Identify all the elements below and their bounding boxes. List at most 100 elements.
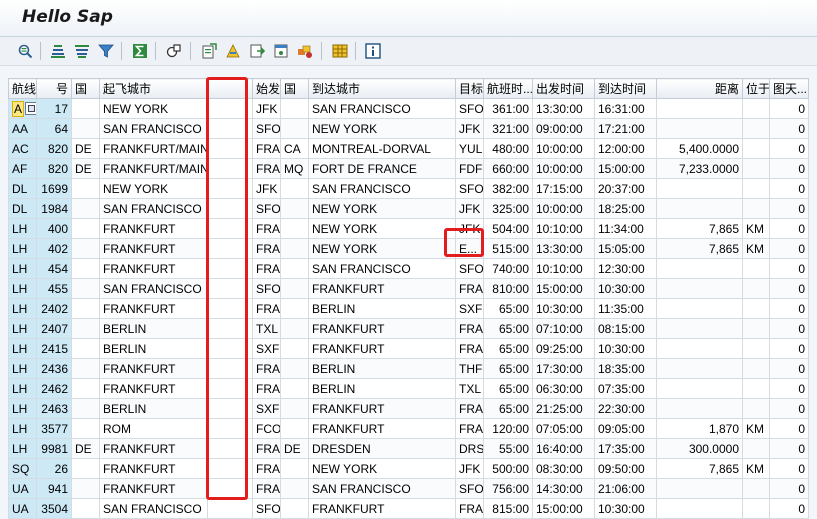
table-cell[interactable]: FRA — [252, 478, 281, 499]
table-cell[interactable]: DE — [71, 138, 100, 159]
table-row[interactable]: LH 2436 FRANKFURT FRA BERLIN THF 65:00 17:30:00… — [8, 358, 809, 379]
table-cell[interactable]: 480:00 — [483, 138, 533, 159]
table-cell[interactable] — [207, 278, 253, 299]
table-cell[interactable] — [71, 498, 100, 519]
table-cell[interactable]: 13:30:00 — [532, 238, 595, 259]
table-cell[interactable] — [742, 98, 770, 119]
table-cell[interactable]: 22:30:00 — [594, 398, 657, 419]
table-cell[interactable] — [280, 258, 309, 279]
column-header[interactable]: 起飞城市 — [99, 78, 208, 99]
export-icon[interactable] — [199, 41, 219, 61]
table-cell[interactable] — [280, 358, 309, 379]
table-cell[interactable]: 5,400.0000 — [656, 138, 743, 159]
table-cell[interactable]: ROM — [99, 418, 208, 439]
table-cell[interactable]: JFK — [252, 178, 281, 199]
table-cell[interactable] — [280, 178, 309, 199]
table-cell[interactable]: LH — [8, 378, 37, 399]
sum-icon[interactable] — [130, 41, 150, 61]
table-cell[interactable] — [280, 418, 309, 439]
table-cell[interactable]: SXF — [252, 398, 281, 419]
table-cell[interactable]: TXL — [455, 378, 484, 399]
table-cell[interactable]: 2402 — [36, 298, 72, 319]
table-cell[interactable]: SXF — [455, 298, 484, 319]
table-cell[interactable]: 2407 — [36, 318, 72, 339]
table-cell[interactable] — [742, 298, 770, 319]
column-header[interactable]: 航线 — [8, 78, 37, 99]
table-cell[interactable]: JFK — [455, 458, 484, 479]
table-cell[interactable]: 14:30:00 — [532, 478, 595, 499]
table-cell[interactable]: LH — [8, 398, 37, 419]
table-cell[interactable]: 11:35:00 — [594, 298, 657, 319]
table-cell[interactable] — [207, 458, 253, 479]
table-cell[interactable]: 0 — [769, 398, 809, 419]
table-cell[interactable] — [280, 318, 309, 339]
table-cell[interactable] — [280, 198, 309, 219]
table-cell[interactable]: 10:00:00 — [532, 198, 595, 219]
table-cell[interactable]: 16:40:00 — [532, 438, 595, 459]
table-cell[interactable]: 325:00 — [483, 198, 533, 219]
column-header[interactable]: 到达时间 — [594, 78, 657, 99]
table-cell[interactable] — [71, 478, 100, 499]
table-cell[interactable] — [656, 258, 743, 279]
table-cell[interactable]: FRANKFURT — [99, 358, 208, 379]
column-header[interactable] — [207, 78, 253, 99]
table-cell[interactable] — [742, 358, 770, 379]
column-header[interactable]: 目标 — [455, 78, 484, 99]
table-cell[interactable]: FRA — [252, 138, 281, 159]
table-cell[interactable]: FRA — [252, 298, 281, 319]
sort-descending-icon[interactable] — [72, 41, 92, 61]
table-cell[interactable]: 10:10:00 — [532, 218, 595, 239]
table-cell[interactable] — [207, 258, 253, 279]
table-cell[interactable]: 17 — [36, 98, 72, 119]
table-cell[interactable]: SFO — [455, 98, 484, 119]
table-cell[interactable] — [71, 358, 100, 379]
table-cell[interactable]: 65:00 — [483, 378, 533, 399]
table-cell[interactable]: 08:15:00 — [594, 318, 657, 339]
table-cell[interactable]: KM — [742, 458, 770, 479]
table-cell[interactable] — [742, 158, 770, 179]
table-cell[interactable] — [656, 98, 743, 119]
table-cell[interactable] — [742, 138, 770, 159]
table-cell[interactable] — [207, 298, 253, 319]
table-cell[interactable] — [656, 478, 743, 499]
table-cell[interactable] — [207, 98, 253, 119]
table-cell[interactable]: SAN FRANCISCO — [308, 478, 456, 499]
table-cell[interactable] — [656, 378, 743, 399]
table-cell[interactable]: 815:00 — [483, 498, 533, 519]
table-cell[interactable]: LH — [8, 438, 37, 459]
table-cell[interactable]: LH — [8, 298, 37, 319]
column-header[interactable]: 航班时... — [483, 78, 533, 99]
table-cell[interactable]: LH — [8, 278, 37, 299]
table-cell[interactable] — [207, 498, 253, 519]
table-cell[interactable]: E... — [455, 238, 484, 259]
table-cell[interactable] — [742, 338, 770, 359]
table-cell[interactable]: SFO — [252, 118, 281, 139]
table-cell[interactable] — [742, 498, 770, 519]
table-cell[interactable] — [280, 338, 309, 359]
table-cell[interactable] — [280, 498, 309, 519]
info-icon[interactable] — [363, 41, 383, 61]
table-cell[interactable] — [71, 458, 100, 479]
table-cell[interactable]: 3504 — [36, 498, 72, 519]
table-cell[interactable] — [207, 138, 253, 159]
table-cell[interactable]: 21:06:00 — [594, 478, 657, 499]
table-cell[interactable]: 10:10:00 — [532, 258, 595, 279]
table-cell[interactable]: LH — [8, 338, 37, 359]
table-row[interactable]: LH 2402 FRANKFURT FRA BERLIN SXF 65:00 10:30:00… — [8, 298, 809, 319]
table-cell[interactable]: FRANKFURT — [99, 238, 208, 259]
table-row[interactable]: LH 9981 DE FRANKFURT FRA DE DRESDEN DRS 55:00 16:… — [8, 438, 809, 459]
table-cell[interactable]: 10:30:00 — [594, 338, 657, 359]
table-cell[interactable]: FRA — [252, 258, 281, 279]
table-cell[interactable]: 0 — [769, 278, 809, 299]
table-cell[interactable] — [742, 118, 770, 139]
table-cell[interactable]: 26 — [36, 458, 72, 479]
table-cell[interactable] — [742, 258, 770, 279]
mail-icon[interactable] — [247, 41, 267, 61]
table-cell[interactable]: 65:00 — [483, 398, 533, 419]
table-cell[interactable]: 0 — [769, 338, 809, 359]
table-cell[interactable] — [656, 338, 743, 359]
table-cell[interactable]: 0 — [769, 418, 809, 439]
table-cell[interactable]: 0 — [769, 378, 809, 399]
table-cell[interactable]: 09:00:00 — [532, 118, 595, 139]
table-cell[interactable]: SFO — [455, 258, 484, 279]
